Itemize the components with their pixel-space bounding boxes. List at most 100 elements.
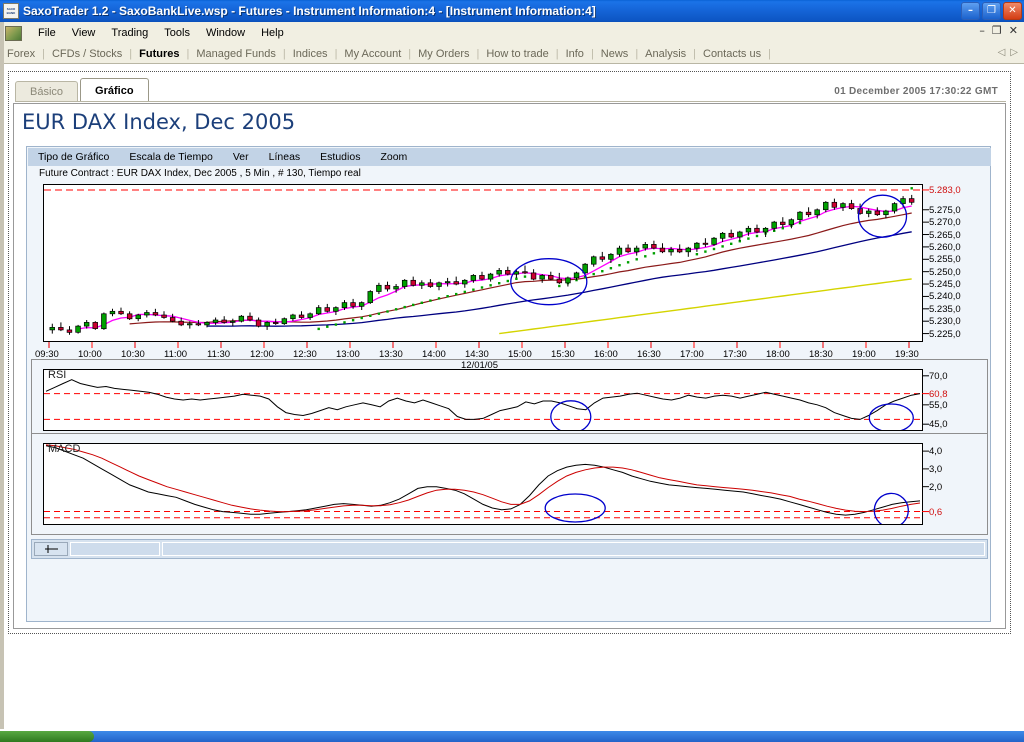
time-axis-tick: 11:00 [164, 349, 188, 360]
price-axis-tick: 5.275,0 [929, 204, 961, 216]
minimize-button[interactable]: – [961, 2, 980, 20]
nav-item-indices[interactable]: Indices [286, 48, 335, 60]
mdi-window-controls: – ❐ ✕ [979, 25, 1018, 37]
menu-item-window[interactable]: Window [198, 25, 253, 41]
nav-item-analysis[interactable]: Analysis [638, 48, 693, 60]
tab-grafico[interactable]: Gráfico [80, 78, 149, 102]
chart-container: Tipo de Gráfico Escala de Tiempo Ver Lín… [26, 146, 991, 622]
window-left-edge [0, 22, 4, 729]
nav-item-my-orders[interactable]: My Orders [411, 48, 476, 60]
nav-item-my-account[interactable]: My Account [337, 48, 408, 60]
chart-menu-escala-de-tiempo[interactable]: Escala de Tiempo [119, 151, 222, 163]
maximize-icon: ❐ [987, 5, 996, 16]
mdi-close-icon[interactable]: ✕ [1009, 25, 1018, 37]
nav-separator: | [768, 47, 771, 60]
time-axis-tick: 10:00 [78, 349, 102, 360]
chart-menu-estudios[interactable]: Estudios [310, 151, 370, 163]
nav-item-contacts-us[interactable]: Contacts us [696, 48, 768, 60]
macd-plot[interactable]: MACD [43, 443, 923, 525]
mdi-restore-icon[interactable]: ❐ [992, 25, 1002, 37]
mdi-minimize-icon[interactable]: – [979, 25, 985, 37]
price-axis-tick: 5.230,0 [929, 316, 961, 328]
price-axis-tick: 5.225,0 [929, 328, 961, 340]
nav-item-cfds-stocks[interactable]: CFDs / Stocks [45, 48, 129, 60]
time-axis-tick: 15:00 [508, 349, 532, 360]
document-icon [5, 25, 22, 41]
desktop: SAXO BANK SaxoTrader 1.2 - SaxoBankLive.… [0, 0, 1024, 742]
menu-item-help[interactable]: Help [253, 25, 292, 41]
time-axis-tick: 15:30 [551, 349, 575, 360]
nav-item-managed-funds[interactable]: Managed Funds [189, 48, 283, 60]
time-axis-tick: 13:30 [379, 349, 403, 360]
chevron-left-icon[interactable]: ◁ [998, 47, 1006, 58]
price-last-value-label: 5.283,0 [929, 184, 961, 196]
menu-item-tools[interactable]: Tools [156, 25, 198, 41]
window-controls: – ❐ ✕ [961, 2, 1022, 20]
price-axis-tick: 5.240,0 [929, 291, 961, 303]
maximize-button[interactable]: ❐ [982, 2, 1001, 20]
rsi-label: RSI [48, 369, 67, 381]
saxobank-logo-icon: SAXO BANK [3, 3, 19, 19]
price-chart-svg [44, 187, 922, 335]
time-axis-tick: 18:30 [809, 349, 833, 360]
tab-basico[interactable]: Básico [15, 81, 79, 102]
nav-item-how-to-trade[interactable]: How to trade [479, 48, 555, 60]
time-axis-tick: 11:30 [207, 349, 231, 360]
page-title: EUR DAX Index, Dec 2005 [22, 110, 296, 134]
nav-item-news[interactable]: News [594, 48, 636, 60]
series-line [45, 445, 921, 516]
nav-item-info[interactable]: Info [559, 48, 591, 60]
annotation-ellipse [868, 403, 914, 430]
crosshair-tool-button[interactable] [34, 542, 68, 556]
start-button[interactable] [0, 731, 94, 742]
module-navbar: Forex | CFDs / Stocks | Futures | Manage… [0, 44, 1024, 64]
instrument-information-window: Básico Gráfico 01 December 2005 17:30:22… [8, 71, 1011, 634]
time-axis-tick: 10:30 [121, 349, 145, 360]
time-axis-tick: 09:30 [35, 349, 59, 360]
axis-tick-label: 3,0 [929, 463, 943, 475]
time-axis-tick: 17:00 [680, 349, 704, 360]
axis-highlight-label: 60,8 [929, 388, 948, 400]
crosshair-icon [45, 545, 58, 553]
chart-menu-tipo-de-grafico[interactable]: Tipo de Gráfico [28, 151, 119, 163]
chart-menu-lineas[interactable]: Líneas [259, 151, 311, 163]
nav-item-forex[interactable]: Forex [0, 48, 42, 60]
chevron-right-icon[interactable]: ▷ [1010, 47, 1018, 58]
taskbar [0, 731, 1024, 742]
rsi-plot[interactable]: RSI [43, 369, 923, 431]
price-axis-tick: 5.270,0 [929, 217, 961, 229]
axis-ticks [922, 375, 929, 425]
price-axis-tick: 5.250,0 [929, 266, 961, 278]
macd-svg [44, 444, 922, 524]
rsi-svg [44, 379, 922, 430]
time-axis-tick: 14:30 [465, 349, 489, 360]
time-axis-tick: 12:00 [250, 349, 274, 360]
navbar-scroll-arrows: ◁ ▷ [998, 47, 1018, 58]
close-icon: ✕ [1008, 5, 1017, 16]
app-icon-line2: BANK [6, 11, 16, 15]
macd-label: MACD [48, 443, 81, 455]
time-axis-tick: 16:00 [594, 349, 618, 360]
toolbar-slot-3[interactable] [162, 542, 985, 556]
chart-menubar: Tipo de Gráfico Escala de Tiempo Ver Lín… [28, 148, 991, 166]
menu-item-file[interactable]: File [30, 25, 64, 41]
tab-underline [15, 101, 1006, 102]
time-axis-ticks [48, 342, 910, 348]
axis-tick-label: 2,0 [929, 481, 943, 493]
nav-item-futures[interactable]: Futures [132, 48, 186, 60]
toolbar-slot-2[interactable] [70, 542, 160, 556]
menu-item-trading[interactable]: Trading [103, 25, 156, 41]
chart-menu-zoom[interactable]: Zoom [370, 151, 417, 163]
minimize-icon: – [968, 5, 973, 16]
axis-tick-label: 4,0 [929, 446, 943, 458]
axis-tick-label: 70,0 [929, 370, 948, 382]
tabstrip: Básico Gráfico [15, 78, 151, 102]
window-title: SaxoTrader 1.2 - SaxoBankLive.wsp - Futu… [23, 4, 596, 18]
contract-description: Future Contract : EUR DAX Index, Dec 200… [39, 168, 361, 179]
time-axis-tick: 17:30 [723, 349, 747, 360]
price-chart-plot[interactable] [43, 184, 923, 342]
chart-menu-ver[interactable]: Ver [223, 151, 259, 163]
close-button[interactable]: ✕ [1003, 2, 1022, 20]
menu-item-view[interactable]: View [64, 25, 104, 41]
price-axis-tick: 5.255,0 [929, 254, 961, 266]
